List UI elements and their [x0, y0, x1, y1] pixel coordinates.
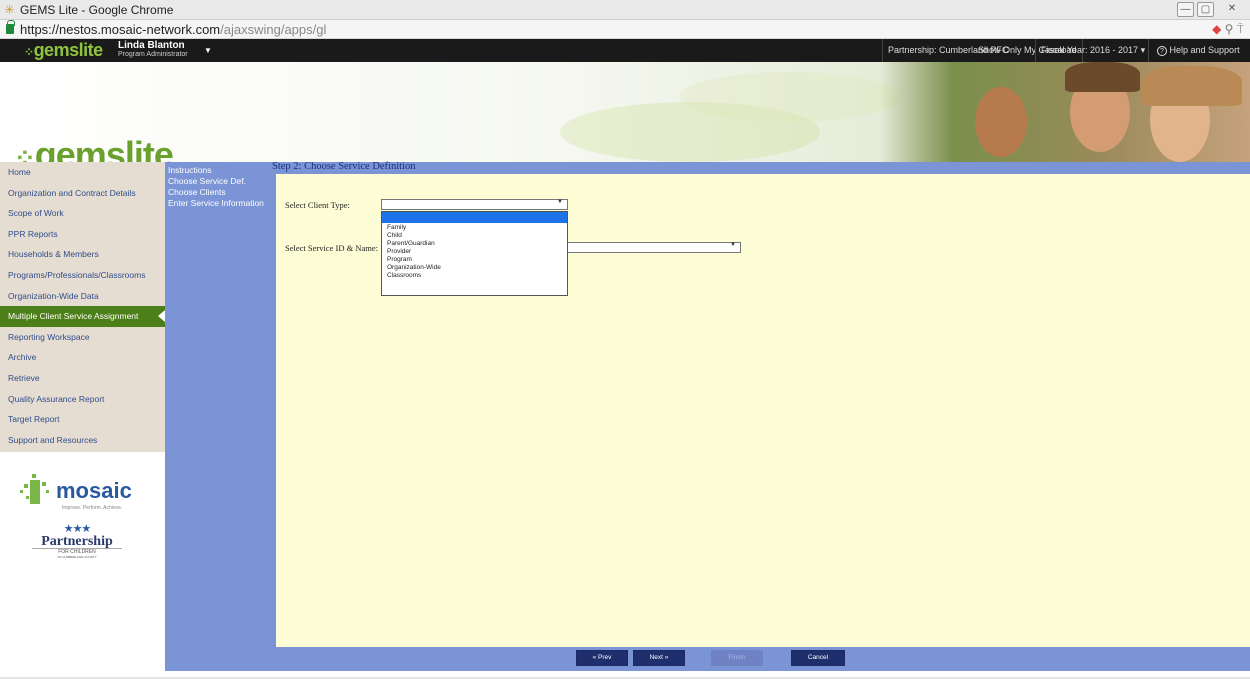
maximize-button[interactable]: ▢ [1197, 2, 1214, 17]
lock-icon [6, 20, 15, 34]
help-link[interactable]: ? Help and Support [1157, 45, 1240, 56]
next-button[interactable]: Next » [633, 650, 685, 666]
finish-button[interactable]: Finish [711, 650, 763, 666]
mosaic-wordmark: mosaic [56, 478, 132, 503]
partnership-link[interactable]: Partnership: Cumberland PFC [888, 45, 1009, 55]
browser-title-bar: ✳ GEMS Lite - Google Chrome — ▢ ✕ [0, 0, 1250, 20]
mosaic-mark-icon [20, 472, 50, 506]
nav-item-support[interactable]: Support and Resources [0, 430, 165, 451]
nav-item-ppr-reports[interactable]: PPR Reports [0, 224, 165, 245]
nav-item-programs[interactable]: Programs/Professionals/Classrooms [0, 265, 165, 286]
dropdown-option-provider[interactable]: Provider [387, 248, 411, 255]
chevron-down-icon: ▼ [730, 242, 736, 248]
shield-icon: ◆ [1212, 22, 1222, 36]
step-title: Step 2: Choose Service Definition [272, 161, 416, 172]
dropdown-option-family[interactable]: Family [387, 224, 406, 231]
nav-item-retrieve[interactable]: Retrieve [0, 368, 165, 389]
client-type-dropdown[interactable]: Family Child Parent/Guardian Provider Pr… [381, 211, 568, 296]
partnership-subtitle: FOR CHILDREN [32, 548, 122, 555]
sponsor-logos: mosaic Improve. Perform. Achieve. ★★★ Pa… [0, 452, 165, 679]
left-nav: Home Organization and Contract Details S… [0, 162, 165, 452]
dropdown-option-parent-guardian[interactable]: Parent/Guardian [387, 240, 435, 247]
nav-item-scope-of-work[interactable]: Scope of Work [0, 203, 165, 224]
dropdown-option-child[interactable]: Child [387, 232, 402, 239]
divider [1035, 39, 1036, 62]
partnership-logo: ★★★ Partnership FOR CHILDREN OF CUMBERLA… [32, 522, 122, 559]
client-type-label: Select Client Type: [285, 200, 350, 210]
gemslite-logo: ⁘gemslite [14, 134, 174, 162]
chevron-down-icon: ▼ [557, 199, 563, 205]
wizard-step-choose-service[interactable]: Choose Service Def. [168, 176, 246, 186]
wizard-step-instructions[interactable]: Instructions [168, 165, 211, 175]
nav-item-organization[interactable]: Organization and Contract Details [0, 183, 165, 204]
extension-icons[interactable]: ◆ ⚲ ⍑ [1212, 22, 1244, 37]
child-hair [1142, 66, 1242, 106]
cancel-button[interactable]: Cancel [791, 650, 845, 666]
nav-item-households[interactable]: Households & Members [0, 244, 165, 265]
address-bar[interactable]: https://nestos.mosaic-network.com/ajaxsw… [0, 20, 1250, 39]
dropdown-option-organization-wide[interactable]: Organization-Wide [387, 264, 441, 271]
nav-item-home[interactable]: Home [0, 162, 165, 183]
nav-item-archive[interactable]: Archive [0, 347, 165, 368]
user-role: Program Administrator [118, 51, 188, 58]
leaf-decoration [680, 72, 900, 122]
user-menu[interactable]: Linda Blanton Program Administrator [118, 41, 188, 59]
divider [882, 39, 883, 62]
app-top-bar: ⁘gemslite Linda Blanton Program Administ… [0, 39, 1250, 62]
prev-button[interactable]: « Prev [576, 650, 628, 666]
dropdown-option-blank[interactable] [382, 212, 567, 223]
divider [1148, 39, 1149, 62]
partnership-subtitle-2: OF CUMBERLAND COUNTY [57, 555, 97, 559]
wizard-step-choose-clients[interactable]: Choose Clients [168, 187, 226, 197]
window-title: GEMS Lite - Google Chrome [20, 3, 174, 17]
child-hair [1065, 62, 1140, 92]
wizard-step-enter-service[interactable]: Enter Service Information [168, 198, 264, 208]
header-banner: ⁘gemslite [0, 62, 1250, 162]
gemslite-logo-small[interactable]: ⁘gemslite [24, 40, 103, 61]
user-name: Linda Blanton [118, 40, 185, 51]
fiscal-year-selector[interactable]: Fiscal Year: 2016 - 2017 ▾ [1041, 45, 1145, 56]
dropdown-option-classrooms[interactable]: Classrooms [387, 272, 421, 279]
nav-item-quality-assurance[interactable]: Quality Assurance Report [0, 389, 165, 410]
nav-item-multiple-client-service[interactable]: Multiple Client Service Assignment [0, 306, 165, 327]
zoom-icon: ⚲ [1224, 22, 1234, 36]
app-icon: ✳ [4, 2, 15, 17]
pin-icon: ⍑ [1236, 22, 1244, 36]
close-button[interactable]: ✕ [1222, 2, 1242, 17]
help-icon: ? [1157, 46, 1167, 56]
nav-item-reporting-workspace[interactable]: Reporting Workspace [0, 327, 165, 348]
dropdown-option-program[interactable]: Program [387, 256, 412, 263]
chevron-down-icon[interactable]: ▼ [204, 46, 212, 55]
wizard-steps: Instructions Choose Service Def. Choose … [165, 162, 275, 671]
children-photo [880, 62, 1250, 162]
child-face [975, 87, 1027, 157]
url[interactable]: https://nestos.mosaic-network.com/ajaxsw… [20, 22, 326, 37]
service-label: Select Service ID & Name: [285, 243, 378, 253]
nav-item-target-report[interactable]: Target Report [0, 409, 165, 430]
mosaic-tagline: Improve. Perform. Achieve. [62, 505, 123, 511]
partnership-wordmark: Partnership [41, 534, 113, 549]
minimize-button[interactable]: — [1177, 2, 1194, 17]
step-header: Step 2: Choose Service Definition [272, 161, 1250, 174]
nav-item-org-wide-data[interactable]: Organization-Wide Data [0, 286, 165, 307]
client-type-select[interactable]: ▼ [381, 199, 568, 210]
